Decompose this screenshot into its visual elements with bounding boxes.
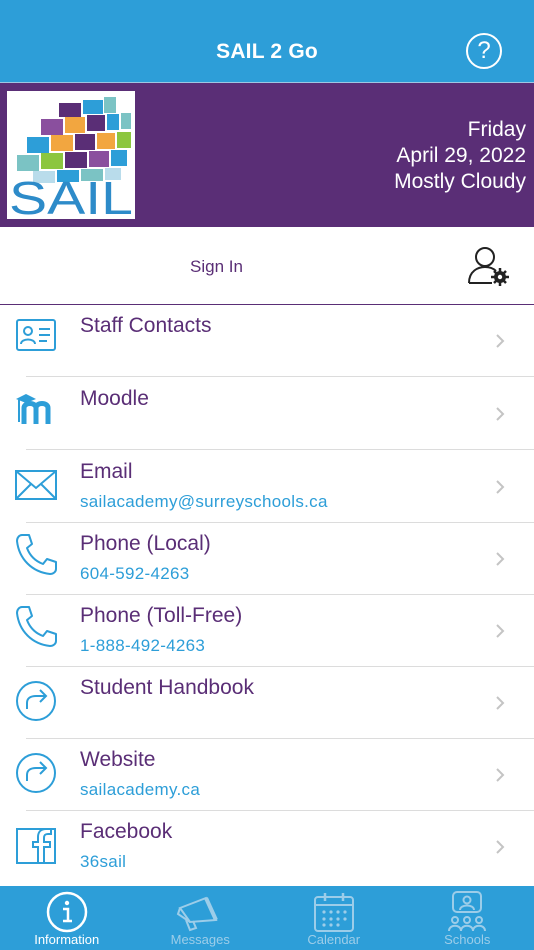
calendar-icon bbox=[313, 893, 354, 932]
app-title: SAIL 2 Go bbox=[216, 40, 318, 63]
chevron-right-icon bbox=[496, 624, 505, 638]
chevron-right-icon bbox=[496, 840, 505, 854]
date-label: April 29, 2022 bbox=[396, 144, 526, 167]
sign-in-link[interactable]: Sign In bbox=[190, 257, 243, 277]
item-title: Facebook bbox=[80, 820, 173, 843]
bottom-tab-bar: Information Messages Calendar Schools bbox=[0, 886, 534, 950]
chevron-right-icon bbox=[496, 480, 505, 494]
item-subtitle[interactable]: 1-888-492-4263 bbox=[80, 636, 205, 656]
tab-label: Schools bbox=[444, 932, 491, 947]
megaphone-icon bbox=[177, 896, 219, 932]
contact-card-icon bbox=[16, 319, 56, 351]
row-divider bbox=[26, 449, 534, 450]
tab-label: Information bbox=[34, 932, 100, 947]
list-item-phone-local[interactable]: Phone (Local) 604-592-4263 bbox=[0, 523, 534, 595]
item-subtitle[interactable]: sailacademy.ca bbox=[80, 780, 200, 800]
tab-schools[interactable]: Schools bbox=[401, 886, 534, 950]
item-title: Website bbox=[80, 748, 156, 771]
weather-label: Mostly Cloudy bbox=[394, 170, 526, 193]
help-icon[interactable]: ? bbox=[466, 33, 502, 69]
phone-icon bbox=[16, 534, 57, 575]
item-title: Staff Contacts bbox=[80, 314, 212, 337]
tab-messages[interactable]: Messages bbox=[134, 886, 268, 950]
share-arrow-icon bbox=[16, 753, 56, 793]
user-settings-icon[interactable] bbox=[466, 245, 510, 287]
list-item-student-handbook[interactable]: Student Handbook bbox=[0, 667, 534, 739]
list-item-moodle[interactable]: Moodle bbox=[0, 378, 534, 450]
school-banner: SAIL Friday April 29, 2022 Mostly Cloudy bbox=[0, 83, 534, 227]
sail-logo: SAIL bbox=[7, 91, 135, 224]
phone-icon bbox=[16, 606, 57, 647]
list-item-email[interactable]: Email sailacademy@surreyschools.ca bbox=[0, 451, 534, 523]
list-item-website[interactable]: Website sailacademy.ca bbox=[0, 739, 534, 811]
row-divider bbox=[26, 376, 534, 377]
tab-information[interactable]: Information bbox=[0, 886, 134, 950]
sign-in-row[interactable]: Sign In bbox=[0, 227, 534, 305]
chevron-right-icon bbox=[496, 768, 505, 782]
chevron-right-icon bbox=[496, 407, 505, 421]
item-title: Moodle bbox=[80, 387, 149, 410]
item-subtitle[interactable]: 604-592-4263 bbox=[80, 564, 189, 584]
day-label: Friday bbox=[467, 118, 526, 141]
list-item-phone-toll-free[interactable]: Phone (Toll-Free) 1-888-492-4263 bbox=[0, 595, 534, 667]
list-item-facebook[interactable]: Facebook 36sail bbox=[0, 811, 534, 883]
share-arrow-icon bbox=[16, 681, 56, 721]
moodle-icon bbox=[16, 394, 51, 424]
date-weather-block: Friday April 29, 2022 Mostly Cloudy bbox=[394, 117, 526, 195]
envelope-icon bbox=[15, 470, 57, 500]
item-subtitle[interactable]: sailacademy@surreyschools.ca bbox=[80, 492, 328, 512]
tab-label: Calendar bbox=[307, 932, 361, 947]
info-icon bbox=[46, 891, 87, 933]
item-title: Phone (Toll-Free) bbox=[80, 604, 243, 627]
top-nav-bar: SAIL 2 Go ? bbox=[0, 0, 534, 83]
list-item-staff-contacts[interactable]: Staff Contacts bbox=[0, 305, 534, 377]
item-title: Email bbox=[80, 460, 133, 483]
item-title: Student Handbook bbox=[80, 676, 254, 699]
item-subtitle[interactable]: 36sail bbox=[80, 852, 126, 872]
chevron-right-icon bbox=[496, 552, 505, 566]
item-title: Phone (Local) bbox=[80, 532, 211, 555]
schools-icon bbox=[448, 891, 487, 932]
chevron-right-icon bbox=[496, 696, 505, 710]
logo-text: SAIL bbox=[9, 172, 133, 219]
tab-calendar[interactable]: Calendar bbox=[267, 886, 401, 950]
tab-label: Messages bbox=[170, 932, 230, 947]
facebook-icon bbox=[16, 828, 56, 864]
chevron-right-icon bbox=[496, 334, 505, 348]
